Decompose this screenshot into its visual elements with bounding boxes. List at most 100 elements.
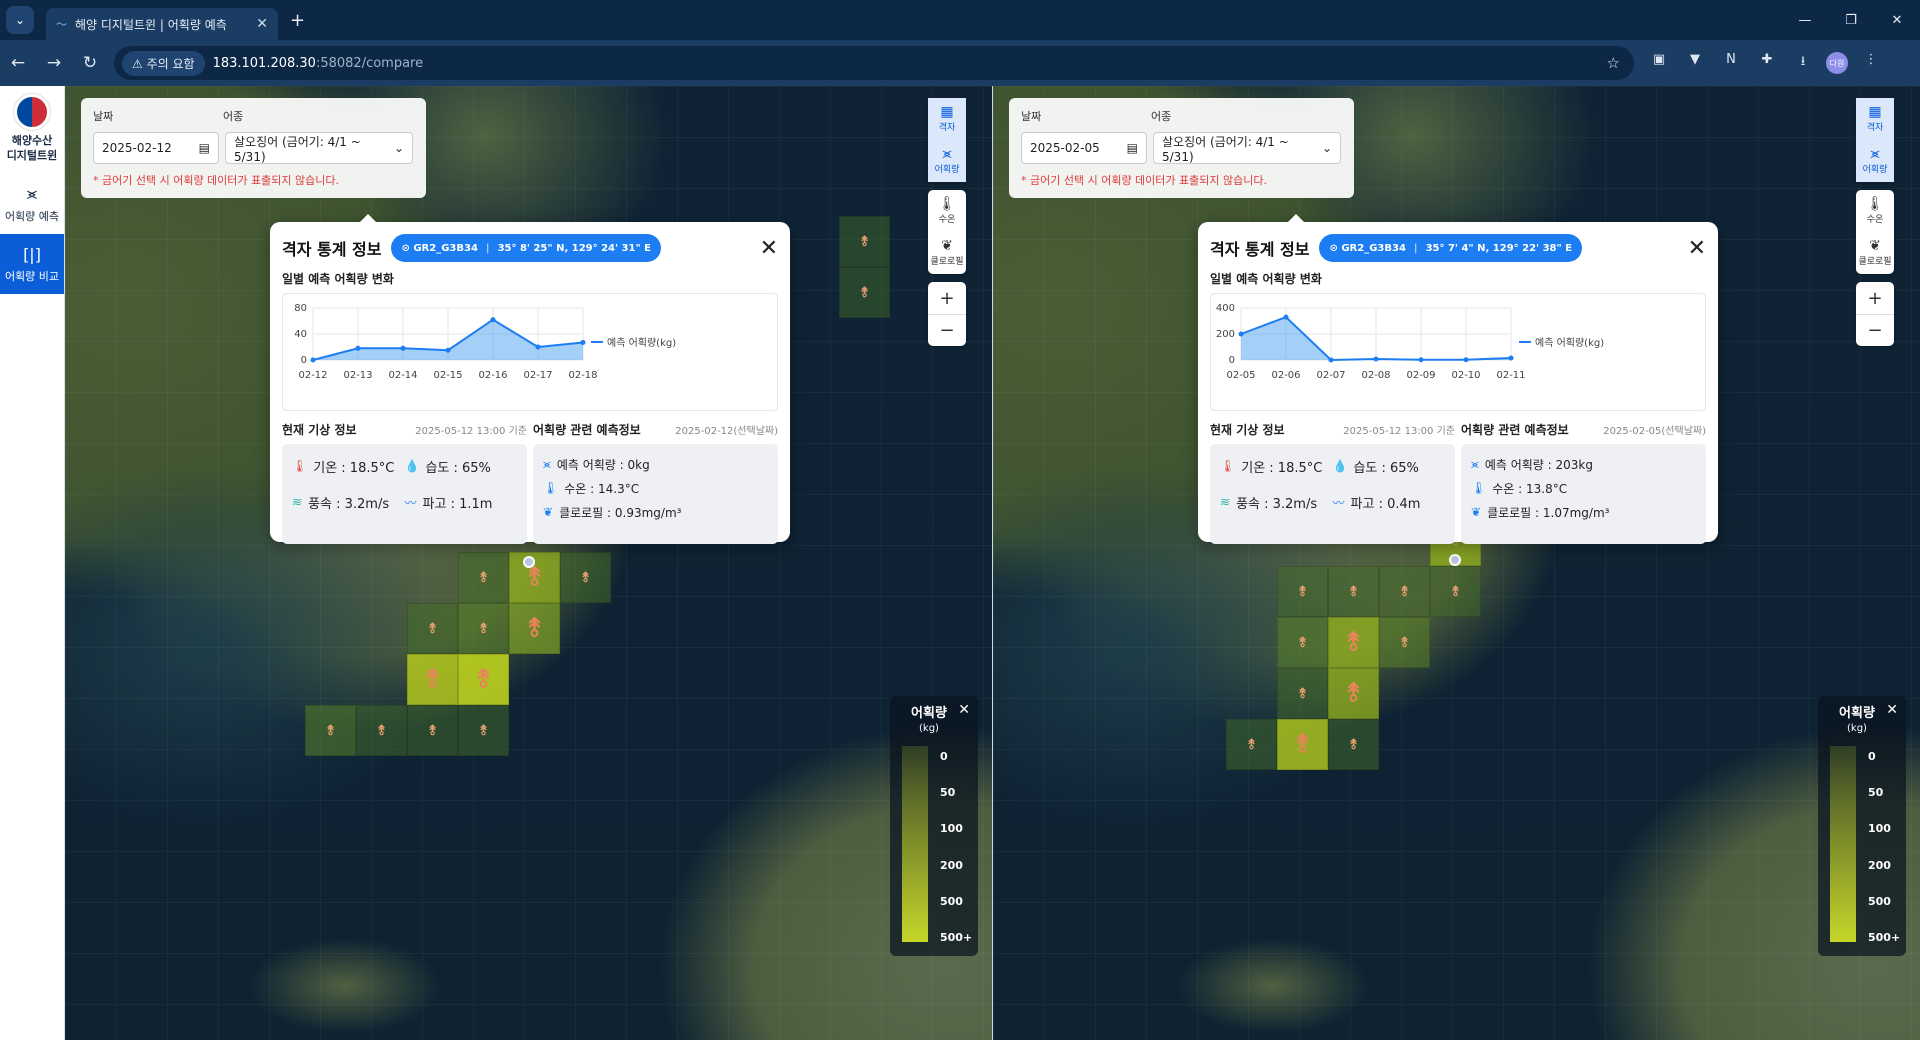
grid-cell[interactable]: ⥉ [1277,668,1328,719]
close-window-button[interactable]: ✕ [1874,0,1920,40]
url-host: 183.101.208.30 [212,55,316,71]
x-tick-label: 02-18 [568,370,597,381]
extension-icon[interactable]: ▣ [1646,52,1672,74]
address-bar[interactable]: ⚠ 주의 요함 183.101.208.30:58082/compare ☆ [114,46,1634,80]
thermometer-icon: 🌡 [543,481,559,495]
layer-catch-button[interactable]: ⪤ 어획량 [1856,140,1894,182]
calendar-icon[interactable]: ▤ [1127,141,1138,155]
selected-location-marker[interactable] [523,556,535,568]
browser-tabbar: ⌄ 〜 해양 디지털트윈 | 어획량 예측 ✕ + — ❐ ✕ [0,0,1920,40]
grid-cell[interactable]: ⥉ [407,705,458,756]
zoom-in-button[interactable]: + [928,282,966,314]
legend-value: 50 [1868,786,1884,799]
map-right[interactable]: ⥉ ⥉ ⥉ ⥉ ⥉ ⥉ ⥉ ⥉ ⥉ ⥉ ⥉ ⥉ ⥉ 날짜 어종 2025-02-… [993,86,1920,1040]
zoom-out-button[interactable]: − [1856,314,1894,346]
grid-cell[interactable]: ⥉ [1430,566,1481,617]
grid-cell[interactable]: ⥉ [1328,668,1379,719]
map-left[interactable]: ⥉ ⥉ ⥉ ⥉ ⥉ ⥉ ⥉ ⥉ ⥉ ⥉ ⥉ ⥉ ⥉ ⥉ 날짜 어종 2025-0… [65,86,992,1040]
back-button[interactable]: ← [0,53,36,73]
minimize-button[interactable]: — [1782,0,1828,40]
logo: 해양수산 디지털트윈 [0,86,64,174]
layer-chlorophyll-button[interactable]: ❦ 클로로필 [928,232,966,274]
squid-icon: ⥉ [429,722,436,739]
sidebar-item-catch-compare[interactable]: [|] 어획량 비교 [0,234,64,294]
squid-icon: ⥉ [429,620,436,637]
restore-button[interactable]: ❐ [1828,0,1874,40]
grid-cell[interactable]: ⥉ [1277,617,1328,668]
grid-cell[interactable]: ⥉ [458,603,509,654]
grid-cell[interactable]: ⥉ [1277,566,1328,617]
grid-cell[interactable]: ⥉ [305,705,356,756]
window-controls: — ❐ ✕ [1782,0,1920,40]
grid-cell[interactable]: ⥉ [1328,719,1379,770]
weather-box: 🌡 기온 : 18.5°C 💧 습도 : 65% ≋ 풍속 : 3.2m/s 〰 파고 : … [282,444,527,544]
puzzle-icon[interactable]: ✚ [1754,52,1780,74]
calendar-icon[interactable]: ▤ [199,141,210,155]
species-select[interactable]: 살오징어 (금어기: 4/1 ~ 5/31) ⌄ [1153,132,1341,164]
location-pin-icon: ⊙ [401,242,414,254]
browser-tab[interactable]: 〜 해양 디지털트윈 | 어획량 예측 ✕ [46,8,278,40]
grid-cell[interactable]: ⥉ [839,216,890,267]
download-icon[interactable]: ⭳ [1790,52,1816,74]
profile-avatar[interactable]: 다원 [1826,52,1848,74]
new-tab-button[interactable]: + [290,10,305,31]
layer-catch-label: 어획량 [934,165,960,175]
grid-cell[interactable]: ⥉ [839,267,890,318]
grid-cell[interactable]: ⥉ [356,705,407,756]
layer-chlorophyll-button[interactable]: ❦ 클로로필 [1856,232,1894,274]
wind-speed: 풍속 : 3.2m/s [1236,496,1318,512]
layer-catch-button[interactable]: ⪤ 어획량 [928,140,966,182]
fish-icon: ⪤ [1870,146,1880,162]
close-icon[interactable]: ✕ [1688,236,1706,261]
grid-cell[interactable]: ⥉ [458,705,509,756]
grid-cell[interactable]: ⥉ [1379,617,1430,668]
humidity: 습도 : 65% [425,460,491,476]
y-tick-label: 400 [1216,303,1235,314]
grid-cell[interactable]: ⥉ [407,654,458,705]
grid-cell[interactable]: ⥉ [1328,617,1379,668]
bookmark-star-icon[interactable]: ☆ [1607,54,1620,72]
forward-button[interactable]: → [36,53,72,73]
layer-temp-button[interactable]: 🌡 수온 [928,190,966,232]
compare-icon: [|] [23,244,41,264]
legend-close-icon[interactable]: ✕ [1886,702,1898,718]
zoom-out-button[interactable]: − [928,314,966,346]
grid-cell[interactable]: ⥉ [458,552,509,603]
x-tick-label: 02-14 [388,370,417,381]
grid-cell[interactable]: ⥉ [509,603,560,654]
date-input[interactable]: 2025-02-05 ▤ [1021,132,1147,164]
legend-close-icon[interactable]: ✕ [958,702,970,718]
legend-value: 100 [1868,822,1891,835]
predicted-catch: 예측 어획량 : 0kg [556,457,650,472]
zoom-in-button[interactable]: + [1856,282,1894,314]
grid-cell[interactable]: ⥉ [1379,566,1430,617]
leaf-icon: ❦ [543,505,554,519]
squid-icon: ⥉ [1401,634,1408,651]
grid-cell[interactable]: ⥉ [1277,719,1328,770]
extension-icon[interactable]: N [1718,52,1744,74]
grid-cell[interactable]: ⥉ [560,552,611,603]
tab-search-button[interactable]: ⌄ [6,6,34,34]
grid-cell[interactable]: ⥉ [407,603,458,654]
sidebar-item-catch-forecast[interactable]: ⪤ 어획량 예측 [0,174,64,234]
grid-cell[interactable]: ⥉ [1328,566,1379,617]
government-emblem-icon [14,94,50,130]
grid-cell[interactable]: ⥉ [458,654,509,705]
security-warning-chip[interactable]: ⚠ 주의 요함 [122,50,205,76]
squid-icon: ⥉ [1347,678,1360,708]
layer-grid-button[interactable]: ▦ 격자 [1856,98,1894,140]
tab-close-icon[interactable]: ✕ [256,16,268,32]
extensions-area: ▣ ▼ N ✚ ⭳ 다원 ⋮ [1646,52,1884,74]
layer-grid-button[interactable]: ▦ 격자 [928,98,966,140]
date-input[interactable]: 2025-02-12 ▤ [93,132,219,164]
close-icon[interactable]: ✕ [760,236,778,261]
forecast-box: ⪤ 예측 어획량 : 203kg 🌡 수온 : 13.8°C ❦ 클로로필 : 1.0… [1461,444,1706,544]
data-point [1283,314,1289,320]
extension-icon[interactable]: ▼ [1682,52,1708,74]
selected-location-marker[interactable] [1449,554,1461,566]
species-select[interactable]: 살오징어 (금어기: 4/1 ~ 5/31) ⌄ [225,132,413,164]
layer-temp-button[interactable]: 🌡 수온 [1856,190,1894,232]
menu-kebab-icon[interactable]: ⋮ [1858,52,1884,74]
reload-button[interactable]: ↻ [72,53,108,73]
grid-cell[interactable]: ⥉ [1226,719,1277,770]
